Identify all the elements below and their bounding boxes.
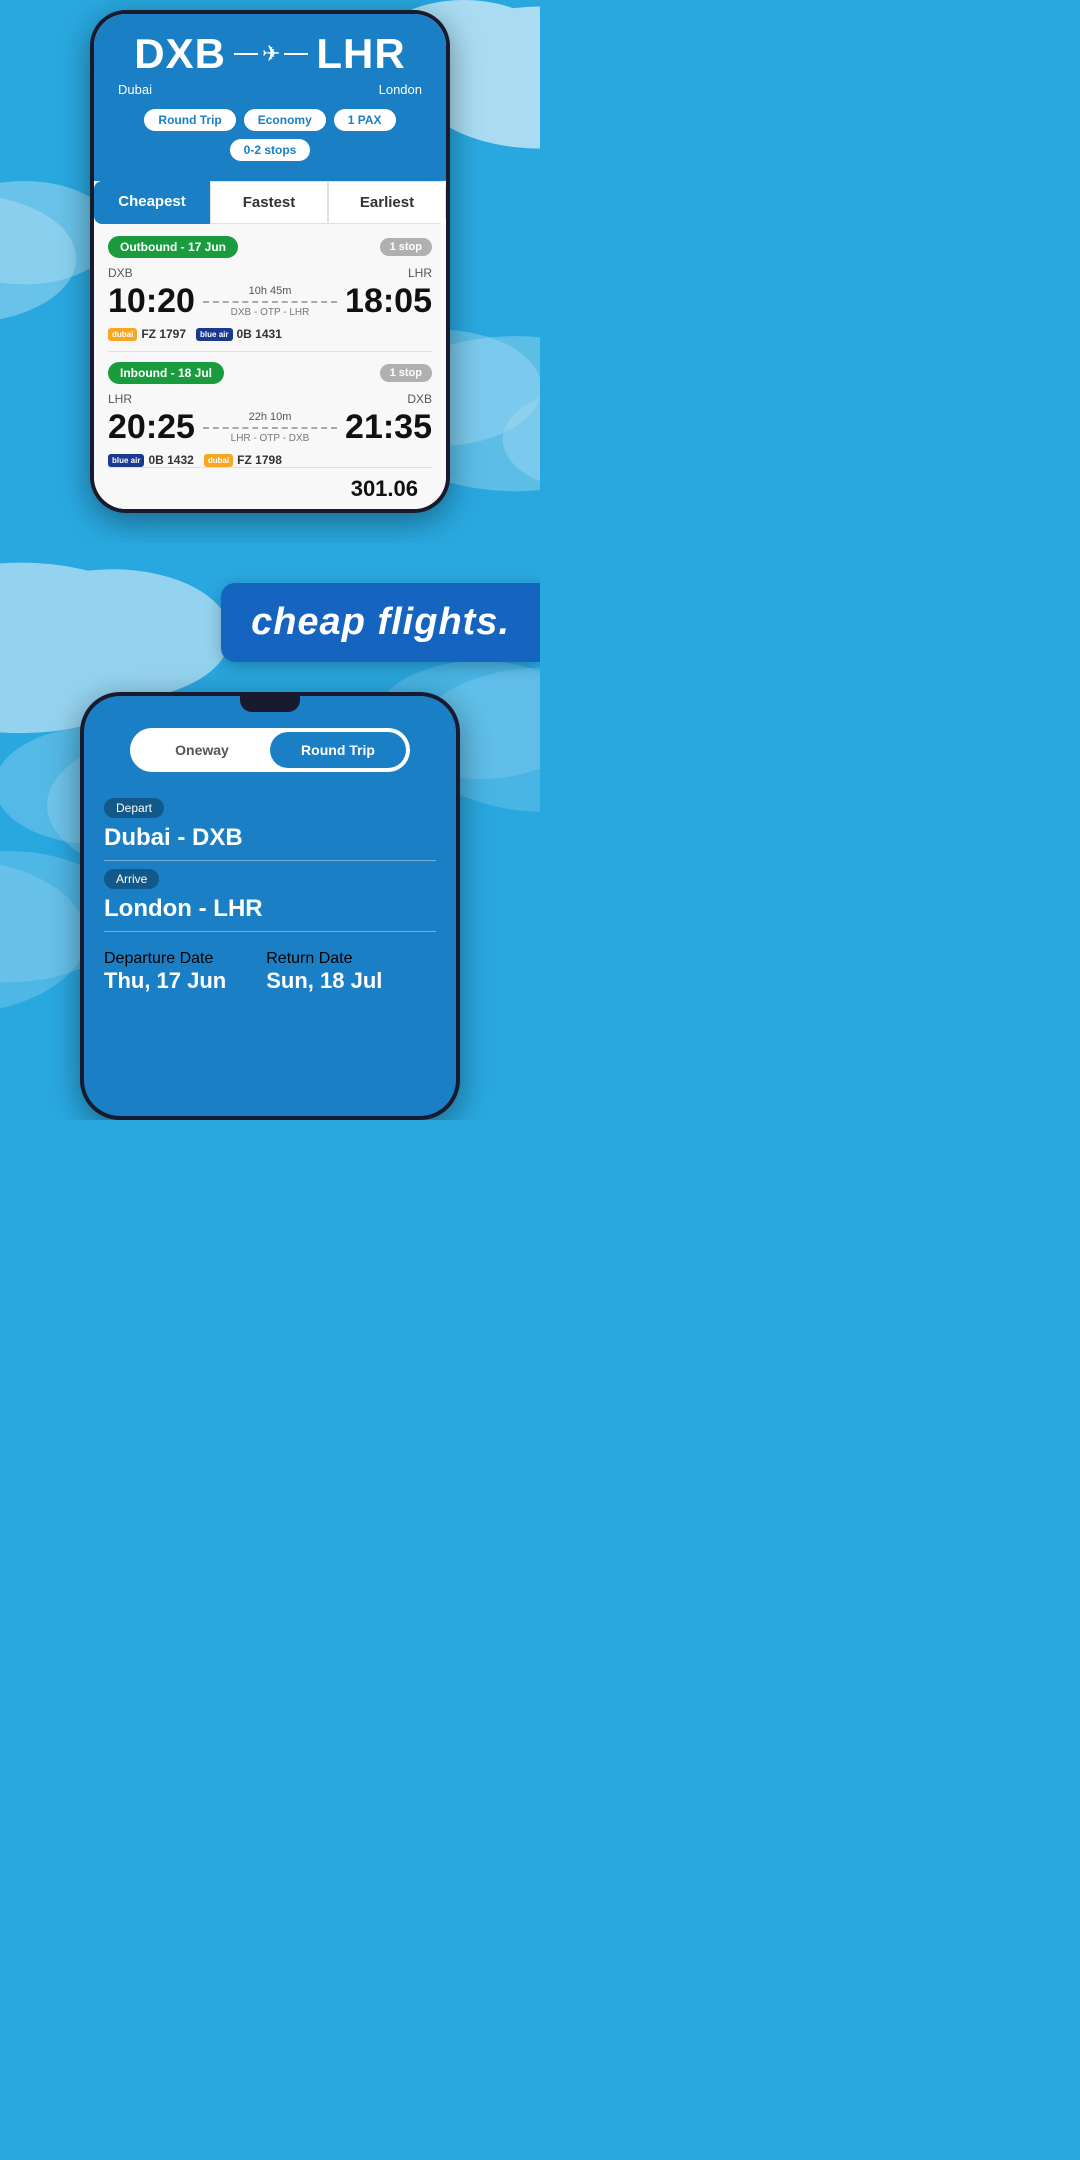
outbound-flight-2: 0B 1431 — [237, 327, 282, 341]
inbound-arrive: 21:35 — [345, 408, 432, 447]
route-row: DXB ✈ LHR — [110, 30, 430, 78]
destination-city: London — [379, 82, 422, 97]
arrive-label: Arrive — [104, 869, 159, 889]
origin-code: DXB — [134, 30, 226, 78]
outbound-times: 10:20 10h 45m DXB - OTP - LHR 18:05 — [108, 282, 432, 321]
inbound-origin: LHR — [108, 392, 132, 406]
return-date-field[interactable]: Return Date Sun, 18 Jul — [266, 950, 382, 994]
return-date-value: Sun, 18 Jul — [266, 968, 382, 994]
cheap-flights-banner: cheap flights. — [221, 583, 540, 662]
arrive-value: London - LHR — [104, 895, 436, 932]
inbound-badge: Inbound - 18 Jul — [108, 362, 224, 384]
segment-divider — [108, 351, 432, 352]
outbound-route: DXB - OTP - LHR — [203, 307, 337, 318]
outbound-line — [203, 301, 337, 303]
depart-value: Dubai - DXB — [104, 824, 436, 861]
inbound-dest: DXB — [407, 392, 432, 406]
plane-icon: ✈ — [234, 41, 308, 67]
outbound-dest: LHR — [408, 266, 432, 280]
outbound-airline-1: dubai FZ 1797 — [108, 327, 186, 341]
trip-toggle[interactable]: Oneway Round Trip — [130, 728, 410, 772]
destination-code: LHR — [316, 30, 405, 78]
sort-tabs: Cheapest Fastest Earliest — [94, 181, 446, 224]
inbound-flight-2: FZ 1798 — [237, 453, 282, 467]
price-partial: 301.06 — [108, 467, 432, 497]
origin-city: Dubai — [118, 82, 152, 97]
depart-label: Depart — [104, 798, 164, 818]
top-phone-mockup: DXB ✈ LHR Dubai London Round Trip Econom… — [90, 10, 450, 513]
outbound-arrive: 18:05 — [345, 282, 432, 321]
outbound-header: Outbound - 17 Jun 1 stop — [108, 236, 432, 258]
inbound-airports: LHR DXB — [108, 392, 432, 406]
inbound-line — [203, 427, 337, 429]
inbound-stops: 1 stop — [380, 364, 432, 382]
price-value: 301.06 — [351, 476, 418, 497]
outbound-origin: DXB — [108, 266, 133, 280]
inbound-duration-text: 22h 10m — [203, 411, 337, 423]
outbound-stops: 1 stop — [380, 238, 432, 256]
cabin-pill[interactable]: Economy — [244, 109, 326, 131]
stops-pill[interactable]: 0-2 stops — [230, 139, 311, 161]
outbound-depart: 10:20 — [108, 282, 195, 321]
outbound-flight-1: FZ 1797 — [141, 327, 186, 341]
filter-pills: Round Trip Economy 1 PAX 0-2 stops — [110, 109, 430, 161]
outbound-airline-2: blue air 0B 1431 — [196, 327, 282, 341]
tab-earliest[interactable]: Earliest — [328, 181, 446, 224]
dubai-logo-2: dubai — [204, 454, 233, 467]
arrive-field[interactable]: Arrive London - LHR — [104, 869, 436, 932]
blue-logo-2: blue air — [108, 454, 144, 467]
return-date-label: Return Date — [266, 950, 352, 967]
inbound-route: LHR - OTP - DXB — [203, 433, 337, 444]
oneway-btn[interactable]: Oneway — [134, 732, 270, 768]
round-trip-btn[interactable]: Round Trip — [270, 732, 406, 768]
outbound-airlines: dubai FZ 1797 blue air 0B 1431 — [108, 327, 432, 341]
departure-date-label: Departure Date — [104, 950, 213, 967]
inbound-airlines: blue air 0B 1432 dubai FZ 1798 — [108, 453, 432, 467]
phone-notch — [240, 696, 300, 712]
inbound-airline-2: dubai FZ 1798 — [204, 453, 282, 467]
outbound-duration-text: 10h 45m — [203, 285, 337, 297]
pax-pill[interactable]: 1 PAX — [334, 109, 396, 131]
depart-field[interactable]: Depart Dubai - DXB — [104, 798, 436, 861]
departure-date-value: Thu, 17 Jun — [104, 968, 226, 994]
outbound-duration: 10h 45m DXB - OTP - LHR — [195, 285, 345, 318]
outbound-airports: DXB LHR — [108, 266, 432, 280]
inbound-airline-1: blue air 0B 1432 — [108, 453, 194, 467]
bottom-phone-mockup: Oneway Round Trip Depart Dubai - DXB Arr… — [80, 692, 460, 1120]
tab-cheapest[interactable]: Cheapest — [94, 181, 210, 224]
city-row: Dubai London — [110, 82, 430, 97]
inbound-flight-1: 0B 1432 — [148, 453, 193, 467]
date-fields: Departure Date Thu, 17 Jun Return Date S… — [104, 940, 436, 994]
inbound-depart: 20:25 — [108, 408, 195, 447]
search-form: Depart Dubai - DXB Arrive London - LHR D… — [84, 788, 456, 1014]
flight-results: Outbound - 17 Jun 1 stop DXB LHR 10:20 1… — [94, 224, 446, 509]
trip-type-pill[interactable]: Round Trip — [144, 109, 235, 131]
tab-fastest[interactable]: Fastest — [210, 181, 328, 224]
inbound-times: 20:25 22h 10m LHR - OTP - DXB 21:35 — [108, 408, 432, 447]
departure-date-field[interactable]: Departure Date Thu, 17 Jun — [104, 950, 226, 994]
inbound-duration: 22h 10m LHR - OTP - DXB — [195, 411, 345, 444]
blue-logo-1: blue air — [196, 328, 232, 341]
inbound-header: Inbound - 18 Jul 1 stop — [108, 362, 432, 384]
outbound-badge: Outbound - 17 Jun — [108, 236, 238, 258]
dubai-logo-1: dubai — [108, 328, 137, 341]
